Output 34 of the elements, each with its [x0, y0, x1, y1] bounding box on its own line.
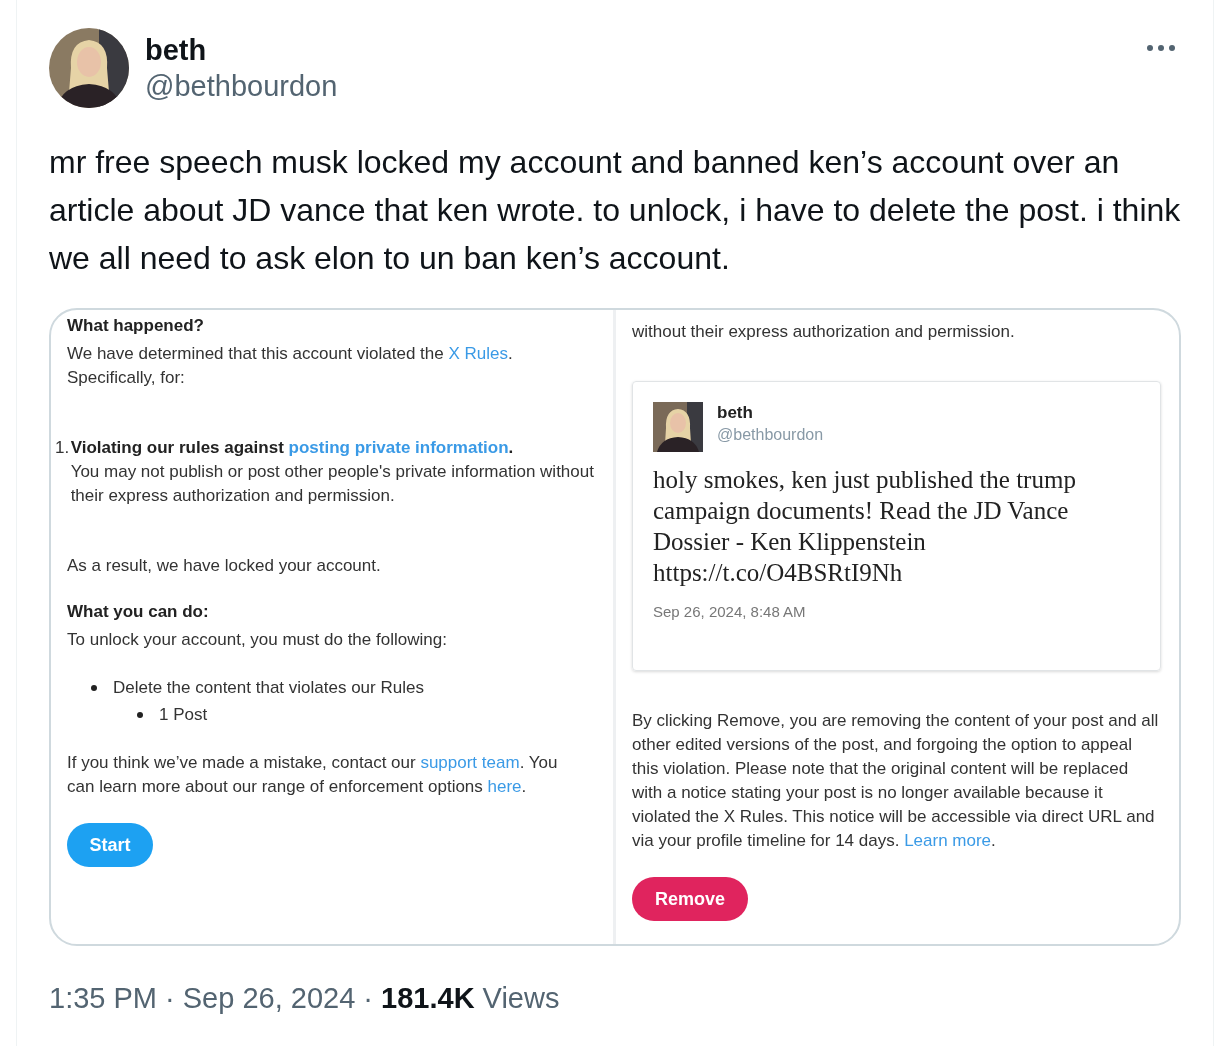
instructions-text: To unlock your account, you must do the following:	[67, 629, 448, 651]
author-name: beth	[717, 402, 754, 424]
start-button[interactable]: Start	[67, 823, 153, 867]
paragraph: By clicking Remove, you are removing the content of your post and all other edited versions of the post, and forgoing the option to appeal this violation. Please note that the original content will be replaced with a notice stating your post is no longer available because it violated the X Rules. This notice will be accessible via direct URL and via your profile timeline for 14 days. Learn more.	[632, 710, 1160, 852]
list-number: 1.	[55, 437, 71, 459]
views-label: Views	[482, 982, 560, 1014]
bullet-icon	[91, 685, 97, 691]
link[interactable]: posting private information	[288, 438, 509, 457]
more-icon[interactable]	[1146, 44, 1176, 52]
violation-title: Violating our rules against posting private information.	[70, 437, 515, 459]
section-heading: What you can do:	[67, 601, 210, 623]
section-heading: What happened?	[67, 315, 205, 337]
post-timestamp[interactable]: 1:35 PM · Sep 26, 2024 ·	[49, 982, 382, 1014]
paragraph: If you think we’ve made a mistake, contact our support team. You can learn more about our range of enforcement options here.	[67, 752, 559, 798]
link[interactable]: Learn more	[904, 831, 992, 850]
post-text: mr free speech musk locked my account and banned ken’s account over an article about JD vance that ken wrote. to unlock, i have to delete the post. i think we all need to ask elon to un ban ken’s account.	[49, 143, 1182, 278]
author-handle[interactable]: @bethbourdon	[145, 68, 338, 104]
link[interactable]: X Rules	[448, 344, 508, 363]
remove-button[interactable]: Remove	[632, 877, 748, 921]
post-time: Sep 26, 2024, 8:48 AM	[653, 602, 807, 622]
paragraph: We have determined that this account violated the X Rules. Specifically, for:	[67, 343, 514, 389]
bullet-icon	[137, 712, 143, 718]
step-text: 1 Post	[159, 704, 208, 726]
views-count: 181.4K	[381, 982, 475, 1014]
step-text: Delete the content that violates our Rules	[113, 677, 424, 699]
link[interactable]: support team	[420, 753, 520, 772]
link[interactable]: here	[487, 777, 522, 796]
paragraph: without their express authorization and permission.	[632, 321, 1016, 343]
attached-screenshot[interactable]	[49, 308, 1181, 946]
result-text: As a result, we have locked your account.	[67, 555, 382, 577]
violation-description: You may not publish or post other people's private information without their express authorization and permission.	[70, 461, 595, 507]
quoted-post-text: holy smokes, ken just published the trump campaign documents! Read the JD Vance Dossier - Ken Klippenstein https://t.co/O4BSRtI9Nh	[653, 465, 1077, 588]
author-name[interactable]: beth	[145, 32, 338, 68]
author-handle: @bethbourdon	[717, 425, 824, 445]
